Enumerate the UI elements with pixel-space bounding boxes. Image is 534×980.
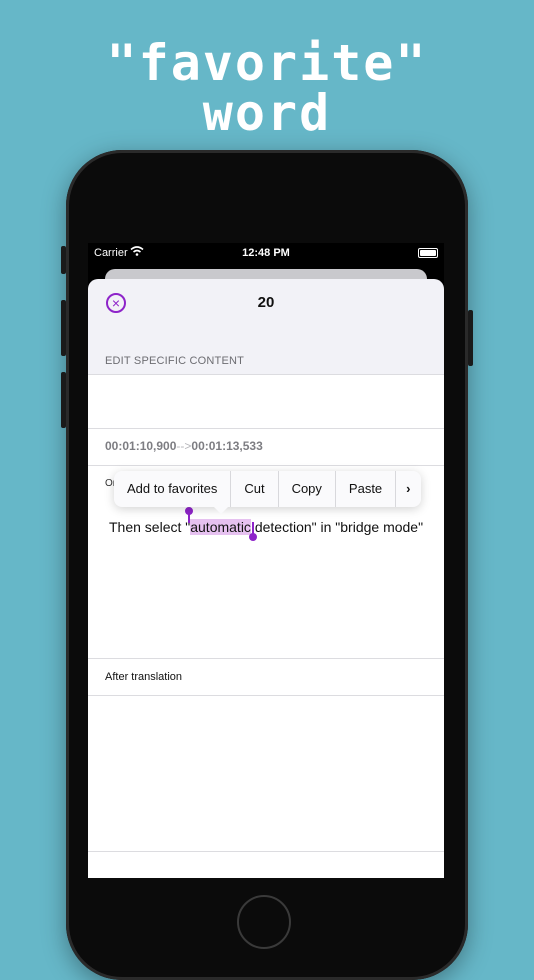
divider [88, 695, 444, 696]
copy-menu-item[interactable]: Copy [279, 471, 336, 507]
battery-icon [418, 248, 438, 258]
selection-end-handle[interactable] [249, 522, 257, 541]
timecode: 00:01:10,900-->00:01:13,533 [105, 439, 263, 453]
chevron-right-icon[interactable]: › [396, 471, 420, 507]
selection-start-handle[interactable] [185, 507, 193, 523]
promo-headline-line1: "favorite" [106, 34, 428, 92]
timecode-start: 00:01:10,900 [105, 439, 177, 453]
context-menu-pointer [214, 507, 228, 514]
divider [88, 851, 444, 852]
divider [88, 465, 444, 466]
mute-switch [61, 246, 66, 274]
text-after-selection: detection" in "bridge mode" [250, 519, 424, 535]
volume-down-button [61, 372, 66, 428]
original-text-field[interactable]: Then select "automatic detection" in "br… [109, 519, 427, 536]
edit-sheet: × 20 EDIT SPECIFIC CONTENT 00:01:10,900-… [88, 279, 444, 878]
promo-headline-line2: word [202, 84, 332, 142]
power-button [468, 310, 473, 366]
status-bar: Carrier 12:48 PM [88, 243, 444, 263]
section-header: EDIT SPECIFIC CONTENT [105, 355, 245, 367]
add-to-favorites-menu-item[interactable]: Add to favorites [114, 471, 232, 507]
volume-up-button [61, 300, 66, 356]
context-menu: Add to favorites Cut Copy Paste › [114, 471, 421, 507]
divider [88, 428, 444, 429]
sheet-title: 20 [257, 294, 275, 311]
selected-word[interactable]: automatic [190, 519, 251, 535]
phone-screen: Carrier 12:48 PM × 20 EDIT SPECIFIC CONT… [88, 243, 444, 878]
promo-headline: "favorite" word [0, 38, 534, 138]
home-button[interactable] [237, 895, 291, 949]
divider [88, 374, 444, 375]
cut-menu-item[interactable]: Cut [231, 471, 279, 507]
after-translation-label: After translation [105, 671, 183, 683]
divider [88, 658, 444, 659]
status-time: 12:48 PM [242, 247, 290, 259]
timecode-end: 00:01:13,533 [191, 439, 263, 453]
paste-menu-item[interactable]: Paste [336, 471, 397, 507]
text-before-selection: Then select " [109, 519, 191, 535]
timecode-arrow: --> [176, 439, 192, 453]
